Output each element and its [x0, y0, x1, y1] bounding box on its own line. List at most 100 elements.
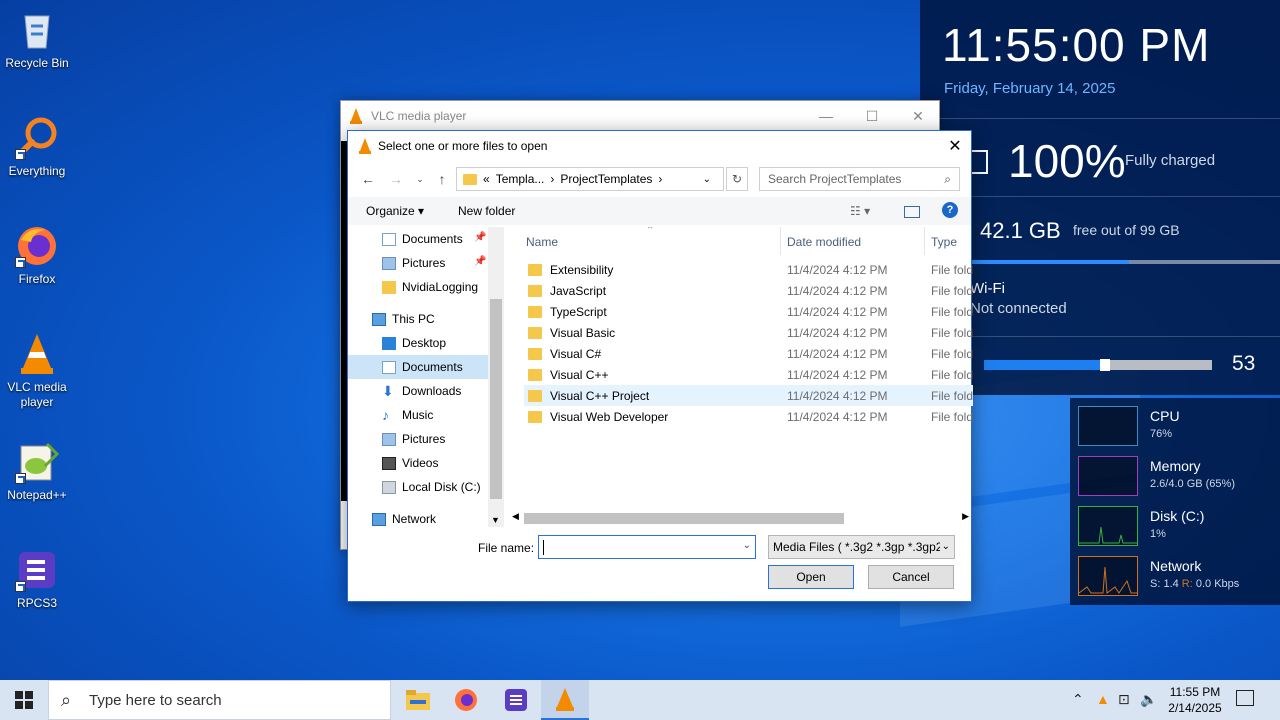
file-date: 11/4/2024 4:12 PM: [787, 283, 888, 298]
notifications-icon[interactable]: [1236, 690, 1254, 706]
cancel-button[interactable]: Cancel: [868, 565, 954, 589]
scroll-right-icon[interactable]: ▶: [962, 511, 969, 522]
organize-button[interactable]: Organize ▾: [366, 204, 424, 218]
nav-item-this-pc[interactable]: This PC: [348, 307, 488, 331]
desktop-icon-vlc[interactable]: VLC media player: [0, 332, 74, 410]
scroll-down-icon[interactable]: ▼: [491, 515, 500, 525]
battery-icon: [972, 150, 988, 174]
nav-item-downloads[interactable]: ⬇ Downloads: [348, 379, 488, 403]
file-row[interactable]: JavaScript 11/4/2024 4:12 PM File fold: [524, 280, 973, 301]
desktop-icon-recycle-bin[interactable]: Recycle Bin: [0, 8, 74, 71]
widget-volume-slider[interactable]: [984, 359, 1212, 371]
file-list-horizontal-scrollbar[interactable]: ◀ ▶: [508, 509, 973, 527]
widget-volume-knob[interactable]: [1099, 359, 1110, 371]
show-hidden-icons-chevron-icon[interactable]: ⌃: [1072, 691, 1084, 708]
column-header-date[interactable]: Date modified: [787, 235, 861, 249]
nav-item-videos[interactable]: Videos: [348, 451, 488, 475]
vlc-close-button[interactable]: ✕: [895, 101, 941, 131]
vlc-tray-icon[interactable]: ▲: [1096, 691, 1110, 707]
refresh-icon[interactable]: ↻: [726, 167, 748, 191]
vlc-minimize-button[interactable]: —: [803, 101, 849, 131]
file-name-input[interactable]: ⌄: [538, 535, 756, 559]
column-header-name[interactable]: Name: [526, 235, 558, 249]
vlc-maximize-button[interactable]: ☐: [849, 101, 895, 131]
file-row[interactable]: Visual C++ Project 11/4/2024 4:12 PM File …: [524, 385, 973, 406]
nav-item-desktop[interactable]: Desktop: [348, 331, 488, 355]
vlc-cone-icon: [350, 108, 362, 124]
desktop-icon-label: Notepad++: [7, 488, 67, 502]
nav-item-documents[interactable]: Documents: [348, 355, 488, 379]
dialog-title: Select one or more files to open: [378, 139, 548, 153]
breadcrumb-templates[interactable]: Templa...: [496, 172, 545, 186]
file-row[interactable]: Visual Basic 11/4/2024 4:12 PM File fold: [524, 322, 973, 343]
nav-item-music[interactable]: ♪ Music: [348, 403, 488, 427]
widget-disk-free-label: free out of 99 GB: [1073, 222, 1180, 238]
breadcrumb-projecttemplates[interactable]: ProjectTemplates: [560, 172, 652, 186]
nav-item-pictures-pinned[interactable]: Pictures 📌: [348, 251, 488, 275]
breadcrumb-separator[interactable]: ›: [550, 172, 554, 186]
start-button[interactable]: [0, 680, 48, 720]
file-row[interactable]: Extensibility 11/4/2024 4:12 PM File fold: [524, 259, 973, 280]
forward-arrow-icon[interactable]: →: [386, 169, 406, 189]
folder-icon: [528, 326, 542, 339]
info-widget: 11:55:00 PM Friday, February 14, 2025 10…: [920, 0, 1280, 395]
desktop-icon-everything[interactable]: Everything: [0, 116, 74, 179]
preview-pane-icon[interactable]: [904, 206, 920, 218]
address-bar[interactable]: « Templa... › ProjectTemplates › ⌄: [456, 167, 724, 191]
file-row[interactable]: Visual C++ 11/4/2024 4:12 PM File fold: [524, 364, 973, 385]
search-box[interactable]: Search ProjectTemplates ⌕: [759, 167, 960, 191]
network-receive: 0.0 Kbps: [1192, 578, 1240, 590]
breadcrumb-overflow[interactable]: «: [483, 172, 490, 186]
volume-icon[interactable]: 🔈: [1140, 691, 1157, 708]
help-icon[interactable]: ?: [942, 202, 958, 218]
taskbar-search-box[interactable]: ⌕ Type here to search: [48, 680, 391, 720]
folder-icon: [463, 173, 477, 185]
pictures-icon: [382, 256, 396, 270]
file-row[interactable]: TypeScript 11/4/2024 4:12 PM File fold: [524, 301, 973, 322]
horizontal-scroll-thumb[interactable]: [524, 513, 844, 524]
dialog-title-bar[interactable]: Select one or more files to open: [348, 131, 971, 161]
dialog-close-button[interactable]: ✕: [939, 131, 971, 161]
nav-pane-scrollbar[interactable]: ▼: [488, 227, 504, 527]
taskbar-file-explorer[interactable]: [394, 680, 442, 720]
file-type-select[interactable]: Media Files ( *.3g2 *.3gp *.3gp2 ⌄: [768, 535, 955, 559]
pin-icon: 📌: [474, 232, 487, 243]
nav-pane-scroll-thumb[interactable]: [490, 299, 502, 499]
file-name: Visual Web Developer: [550, 409, 669, 424]
back-arrow-icon[interactable]: ←: [358, 169, 378, 189]
nav-item-network[interactable]: Network: [348, 507, 488, 531]
column-separator[interactable]: [924, 227, 925, 255]
new-folder-button[interactable]: New folder: [458, 204, 515, 218]
view-options-icon[interactable]: ☷ ▾: [850, 204, 870, 218]
folder-icon: [528, 347, 542, 360]
column-separator[interactable]: [780, 227, 781, 255]
breadcrumb-separator[interactable]: ›: [658, 172, 662, 186]
file-row[interactable]: Visual C# 11/4/2024 4:12 PM File fold: [524, 343, 973, 364]
widget-wifi-status: Not connected: [970, 300, 1067, 317]
taskbar-vlc[interactable]: [541, 680, 589, 720]
taskbar-clock[interactable]: 11:55 PM 2/14/2025: [1160, 684, 1230, 716]
nav-item-pictures[interactable]: Pictures: [348, 427, 488, 451]
taskbar-rpcs3[interactable]: [492, 680, 540, 720]
scroll-left-icon[interactable]: ◀: [512, 511, 519, 522]
taskbar-firefox[interactable]: [442, 680, 490, 720]
nav-item-local-disk[interactable]: Local Disk (C:): [348, 475, 488, 499]
rpcs3-icon: [505, 689, 527, 711]
open-button[interactable]: Open: [768, 565, 854, 589]
network-status-icon[interactable]: ⊡: [1118, 691, 1130, 708]
desktop-icon-notepadpp[interactable]: Notepad++: [0, 440, 74, 503]
chevron-down-icon[interactable]: ⌄: [743, 540, 751, 551]
file-type-value: Media Files ( *.3g2 *.3gp *.3gp2: [773, 540, 943, 554]
file-row[interactable]: Visual Web Developer 11/4/2024 4:12 PM Fil…: [524, 406, 973, 427]
column-header-type[interactable]: Type: [931, 235, 957, 249]
nav-item-documents-pinned[interactable]: Documents 📌: [348, 227, 488, 251]
address-dropdown-chevron-icon[interactable]: ⌄: [703, 174, 711, 185]
nav-item-nvidialogging[interactable]: NvidiaLogging: [348, 275, 488, 299]
recent-locations-chevron-icon[interactable]: ⌄: [410, 169, 430, 189]
navigation-bar: ← → ⌄ ↑ « Templa... › ProjectTemplates ›…: [348, 165, 971, 191]
file-type: File fold: [931, 346, 973, 361]
monitor-cpu: CPU 76%: [1078, 406, 1278, 450]
desktop-icon-firefox[interactable]: Firefox: [0, 224, 74, 287]
desktop-icon-rpcs3[interactable]: RPCS3: [0, 548, 74, 611]
up-arrow-icon[interactable]: ↑: [432, 169, 452, 189]
